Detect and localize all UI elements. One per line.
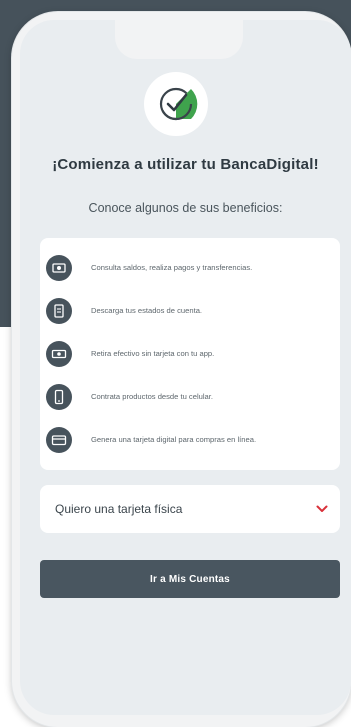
benefit-item: Consulta saldos, realiza pagos y transfe… (40, 246, 340, 289)
benefit-text: Contrata productos desde tu celular. (91, 392, 213, 401)
document-icon (46, 297, 72, 324)
benefits-card: Consulta saldos, realiza pagos y transfe… (40, 238, 340, 470)
money-transfer-icon (46, 254, 72, 281)
mobile-icon (46, 383, 72, 410)
benefit-text: Descarga tus estados de cuenta. (91, 306, 203, 315)
page-subtitle: Conoce algunos de sus beneficios: (88, 201, 283, 215)
benefit-item: Contrata productos desde tu celular. (40, 375, 340, 418)
cash-icon (46, 340, 72, 367)
benefit-text: Consulta saldos, realiza pagos y transfe… (91, 263, 253, 272)
checkmark-badge (144, 72, 208, 136)
physical-card-dropdown[interactable]: Quiero una tarjeta física (40, 485, 340, 533)
benefit-text: Genera una tarjeta digital para compras … (91, 435, 257, 444)
benefit-item: Descarga tus estados de cuenta. (40, 289, 340, 332)
dropdown-label: Quiero una tarjeta física (55, 502, 183, 516)
benefit-item: Genera una tarjeta digital para compras … (40, 418, 340, 461)
benefit-item: Retira efectivo sin tarjeta con tu app. (40, 332, 340, 375)
chevron-down-icon (316, 505, 328, 512)
phone-notch (115, 19, 243, 59)
page-title: ¡Comienza a utilizar tu BancaDigital! (52, 156, 319, 173)
benefit-text: Retira efectivo sin tarjeta con tu app. (91, 349, 215, 358)
go-to-accounts-button[interactable]: Ir a Mis Cuentas (40, 560, 340, 598)
check-clock-icon (159, 87, 198, 121)
card-icon (46, 426, 72, 453)
